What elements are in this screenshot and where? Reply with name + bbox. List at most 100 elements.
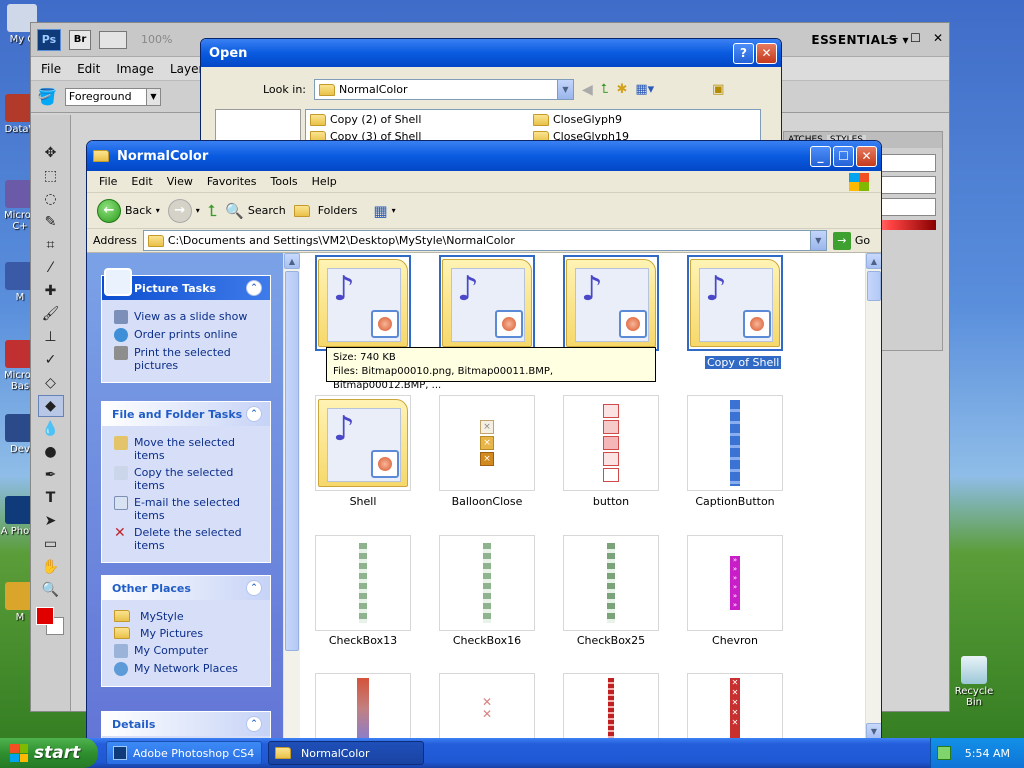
menu-help[interactable]: Help	[312, 175, 337, 188]
folder-thumbnail[interactable]: ♪	[315, 255, 411, 351]
scroll-thumb[interactable]	[867, 271, 881, 301]
look-in-select[interactable]: NormalColor ▼	[314, 79, 574, 100]
zoom-level[interactable]: 100%	[141, 33, 172, 46]
eraser-tool-icon[interactable]: ◇	[38, 372, 64, 394]
new-folder-icon[interactable]: ✱	[616, 82, 627, 97]
eyedropper-tool-icon[interactable]: ⁄	[38, 257, 64, 279]
back-icon[interactable]: ◀	[582, 82, 593, 98]
go-button[interactable]: → Go	[832, 231, 870, 250]
item-label[interactable]: BalloonClose	[427, 495, 547, 508]
item-label[interactable]: CaptionButton	[675, 495, 795, 508]
other-places-header[interactable]: Other Places ⌃	[102, 576, 270, 600]
image-thumbnail[interactable]: ✕ ✕	[439, 673, 535, 739]
crop-tool-icon[interactable]: ⌗	[38, 234, 64, 256]
menu-view[interactable]: View	[167, 175, 193, 188]
maximize-icon[interactable]: ☐	[833, 145, 854, 167]
dodge-tool-icon[interactable]: ●	[38, 441, 64, 463]
item-label[interactable]: CheckBox16	[427, 634, 547, 647]
bridge-button[interactable]: Br	[69, 29, 91, 50]
up-button[interactable]: ⮤	[208, 201, 217, 221]
start-button[interactable]: start	[0, 738, 98, 768]
image-thumbnail-checkbox13[interactable]	[315, 535, 411, 631]
image-thumbnail-captionbutton[interactable]	[687, 395, 783, 491]
help-icon[interactable]: ?	[733, 42, 754, 64]
move-tool-icon[interactable]: ✥	[38, 142, 64, 164]
blur-tool-icon[interactable]: 💧	[38, 418, 64, 440]
taskbar-item-photoshop[interactable]: Adobe Photoshop CS4	[106, 741, 262, 765]
image-thumbnail[interactable]: ✕ ✕ ✕ ✕ ✕	[687, 673, 783, 739]
task-view-slideshow[interactable]: View as a slide show	[114, 310, 262, 324]
zoom-tool-icon[interactable]: 🔍	[38, 579, 64, 601]
item-label[interactable]: Shell	[303, 495, 423, 508]
color-swatches[interactable]	[35, 607, 66, 637]
menu-edit[interactable]: Edit	[77, 62, 100, 76]
minimize-icon[interactable]: _	[810, 145, 831, 167]
item-label[interactable]: Copy of Shell	[705, 356, 782, 369]
views-button[interactable]: ▦ ▾	[373, 202, 395, 220]
task-order-prints[interactable]: Order prints online	[114, 328, 262, 342]
paint-bucket-tool-icon[interactable]: ◆	[37, 395, 64, 417]
clock[interactable]: 5:54 AM	[965, 747, 1010, 760]
up-folder-icon[interactable]: ⮤	[601, 82, 609, 97]
place-my-pictures[interactable]: My Pictures	[114, 627, 262, 640]
desktop-icon-recycle-bin[interactable]: Recycle Bin	[946, 656, 1002, 708]
quick-select-tool-icon[interactable]: ✎	[38, 211, 64, 233]
image-thumbnail[interactable]	[563, 673, 659, 739]
taskbar-item-normalcolor[interactable]: NormalColor	[268, 741, 424, 765]
image-thumbnail[interactable]	[315, 673, 411, 739]
folder-thumbnail-shell[interactable]: ♪	[315, 395, 411, 491]
scroll-up-icon[interactable]: ▲	[284, 253, 300, 269]
place-my-computer[interactable]: My Computer	[114, 644, 262, 658]
file-item[interactable]: Copy (2) of Shell	[310, 113, 533, 128]
path-select-tool-icon[interactable]: ➤	[38, 510, 64, 532]
minimize-icon[interactable]: —	[886, 31, 898, 45]
folder-thumbnail[interactable]: ♪	[563, 255, 659, 351]
fill-source-select[interactable]: Foreground ▼	[64, 87, 161, 106]
place-mystyle[interactable]: MyStyle	[114, 610, 262, 623]
image-thumbnail-balloonclose[interactable]: × × ×	[439, 395, 535, 491]
menu-edit[interactable]: Edit	[131, 175, 152, 188]
item-label[interactable]: CheckBox25	[551, 634, 671, 647]
menu-image[interactable]: Image	[116, 62, 154, 76]
file-folder-tasks-header[interactable]: File and Folder Tasks ⌃	[102, 402, 270, 426]
scroll-up-icon[interactable]: ▲	[866, 253, 881, 269]
scroll-down-icon[interactable]: ▼	[866, 723, 881, 739]
close-icon[interactable]: ✕	[933, 31, 943, 45]
history-brush-icon[interactable]: ✓	[38, 349, 64, 371]
brush-tool-icon[interactable]: 🖌	[38, 303, 64, 325]
stamp-tool-icon[interactable]: ⊥	[38, 326, 64, 348]
menu-file[interactable]: File	[99, 175, 117, 188]
search-button[interactable]: 🔍 Search	[225, 202, 285, 220]
menu-layer[interactable]: Layer	[170, 62, 203, 76]
pen-tool-icon[interactable]: ✒	[38, 464, 64, 486]
file-view-scrollbar[interactable]: ▲ ▼	[865, 253, 881, 739]
shape-tool-icon[interactable]: ▭	[38, 533, 64, 555]
views-menu-icon[interactable]: ▦▾	[635, 82, 654, 97]
item-label[interactable]: CheckBox13	[303, 634, 423, 647]
healing-tool-icon[interactable]: ✚	[38, 280, 64, 302]
foreground-color-swatch[interactable]	[35, 607, 54, 625]
image-thumbnail-chevron[interactable]: »»»»»»	[687, 535, 783, 631]
view-extras-icon[interactable]	[99, 30, 127, 49]
folder-thumbnail[interactable]: ♪	[439, 255, 535, 351]
paint-bucket-icon[interactable]: 🪣	[37, 87, 57, 106]
task-print-pictures[interactable]: Print the selected pictures	[114, 346, 262, 372]
item-label[interactable]: button	[551, 495, 671, 508]
tools-icon[interactable]: ▣	[712, 82, 724, 97]
marquee-tool-icon[interactable]: ⬚	[38, 165, 64, 187]
type-tool-icon[interactable]: T	[38, 487, 64, 509]
image-thumbnail-button[interactable]	[563, 395, 659, 491]
menu-favorites[interactable]: Favorites	[207, 175, 257, 188]
network-tray-icon[interactable]	[936, 746, 951, 760]
place-my-network[interactable]: My Network Places	[114, 662, 262, 676]
hand-tool-icon[interactable]: ✋	[38, 556, 64, 578]
back-button[interactable]: ← Back ▾	[97, 198, 160, 223]
maximize-icon[interactable]: ☐	[910, 31, 921, 45]
image-thumbnail-checkbox25[interactable]	[563, 535, 659, 631]
task-copy-items[interactable]: Copy the selected items	[114, 466, 262, 492]
item-label[interactable]: Chevron	[675, 634, 795, 647]
close-icon[interactable]: ✕	[856, 145, 877, 167]
image-thumbnail-checkbox16[interactable]	[439, 535, 535, 631]
task-move-items[interactable]: Move the selected items	[114, 436, 262, 462]
lasso-tool-icon[interactable]: ◌	[38, 188, 64, 210]
